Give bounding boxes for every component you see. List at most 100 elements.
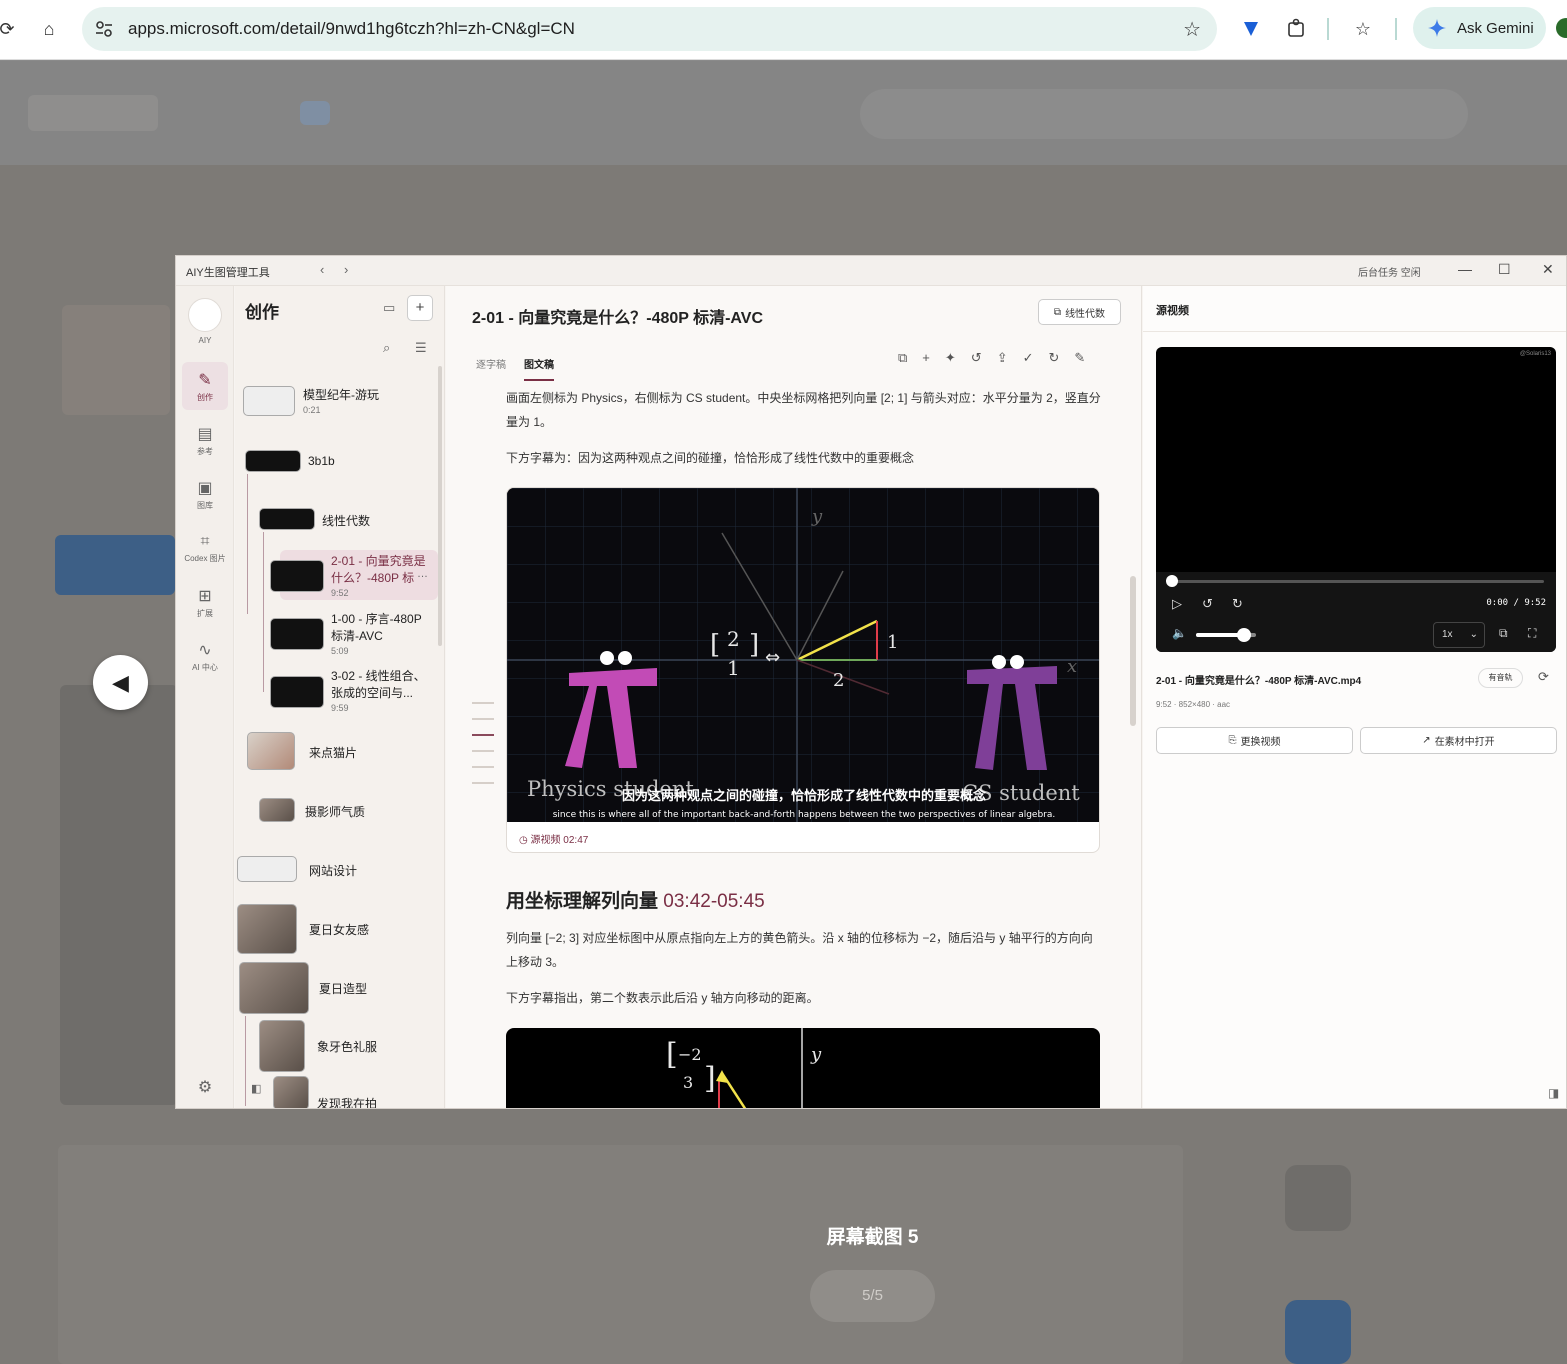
rewind-icon[interactable]: ↺ — [1202, 596, 1213, 612]
collapse-right-panel-icon[interactable]: ◨ — [1548, 1086, 1559, 1100]
microsoft-logo — [28, 95, 158, 131]
tab-illustrated[interactable]: 图文稿 — [524, 356, 554, 381]
rail-item-extensions[interactable]: ⊞ 扩展 — [182, 578, 228, 626]
app-titlebar: AIY生图管理工具 ‹ › 后台任务 空闲 — ☐ ✕ — [176, 256, 1566, 286]
outline-navigator[interactable] — [472, 702, 494, 798]
check-icon[interactable]: ✓ — [1023, 350, 1034, 366]
close-icon[interactable]: ✕ — [1542, 261, 1554, 278]
add-item-button[interactable]: + — [407, 295, 433, 321]
seek-bar[interactable] — [1166, 575, 1544, 587]
tree-connector — [263, 532, 264, 692]
tree-node[interactable]: 模型纪年-游玩 0:21 — [303, 386, 379, 415]
gallery-icon: ▣ — [197, 479, 213, 497]
replace-video-button[interactable]: ⎘ 更换视频 — [1156, 727, 1353, 754]
folder-node[interactable]: 象牙色礼服 — [317, 1038, 377, 1055]
nav-back-icon[interactable]: ‹ — [320, 262, 324, 277]
doc-tabs: 逐字稿 图文稿 — [476, 356, 554, 381]
refresh-icon[interactable]: ⟳ — [1538, 669, 1549, 685]
archive-icon[interactable]: ▭ — [383, 300, 395, 316]
tree-connector — [247, 474, 248, 614]
tree-node[interactable]: 3-02 - 线性组合、 张成的空间与... 9:59 — [331, 667, 426, 713]
nav-forward-icon[interactable]: › — [344, 262, 348, 277]
folder-node[interactable]: 摄影师气质 — [305, 803, 365, 820]
open-in-library-button[interactable]: ↗ 在素材中打开 — [1360, 727, 1557, 754]
url-text[interactable]: apps.microsoft.com/detail/9nwd1hg6tczh?h… — [128, 19, 575, 39]
node-label: 模型纪年-游玩 — [303, 388, 379, 402]
ask-gemini-button[interactable]: Ask Gemini — [1413, 7, 1546, 49]
folder-node[interactable]: 网站设计 — [309, 862, 357, 879]
browser-toolbar: ⟳ ⌂ apps.microsoft.com/detail/9nwd1hg6tc… — [0, 0, 1567, 60]
profile-avatar[interactable] — [1556, 18, 1567, 38]
maximize-icon[interactable]: ☐ — [1498, 261, 1511, 278]
tab-transcript[interactable]: 逐字稿 — [476, 356, 506, 381]
folder-thumbnail — [247, 732, 295, 770]
fullscreen-icon[interactable]: ⛶ — [1528, 626, 1536, 641]
minimize-icon[interactable]: — — [1458, 261, 1472, 277]
playback-speed-select[interactable]: 1x ⌄ — [1433, 622, 1485, 648]
thumbnail — [243, 386, 295, 416]
document-scrollbar[interactable] — [1130, 576, 1136, 726]
extension-gem-icon[interactable] — [1240, 17, 1262, 39]
site-settings-icon[interactable] — [94, 19, 114, 39]
folder-node-linear-algebra[interactable]: 线性代数 — [322, 512, 370, 529]
history-icon[interactable]: ↺ — [971, 350, 982, 366]
app-icon-ghost — [62, 305, 170, 415]
folder-node[interactable]: 来点猫片 — [309, 744, 357, 761]
copy-icon[interactable]: ⧉ — [898, 350, 907, 366]
folder-node[interactable]: 夏日女友感 — [309, 921, 369, 938]
app-window: AIY生图管理工具 ‹ › 后台任务 空闲 — ☐ ✕ AIY ✎ 创作 ▤ 参… — [175, 255, 1567, 1109]
tag-label: 线性代数 — [1065, 308, 1106, 320]
folder-tag-button[interactable]: ⧉ 线性代数 — [1038, 299, 1121, 325]
rail-item-ai-center[interactable]: ∿ AI 中心 — [182, 632, 228, 680]
play-icon[interactable]: ▷ — [1172, 596, 1182, 612]
rail-item-gallery[interactable]: ▣ 图库 — [182, 470, 228, 518]
folder-node-3b1b[interactable]: 3b1b — [308, 454, 335, 468]
video-thumbnail — [270, 560, 324, 592]
source-file-meta: 9:52 · 852×480 · aac — [1156, 700, 1231, 709]
rail-item-reference[interactable]: ▤ 参考 — [182, 416, 228, 464]
ai-sparkle-icon[interactable]: ✦ — [945, 350, 956, 366]
folder-node[interactable]: 发现我在拍 — [317, 1095, 378, 1109]
bookmark-star-icon[interactable]: ☆ — [1183, 17, 1201, 42]
settings-button[interactable]: ⚙ — [182, 1076, 228, 1100]
toolbar-separator — [1327, 18, 1329, 40]
picture-in-picture-icon[interactable]: ⧉ — [1499, 626, 1508, 641]
watermark: @Solaris13 — [1519, 351, 1551, 357]
restore-icon[interactable]: ↻ — [1049, 350, 1060, 366]
seek-knob[interactable] — [1166, 575, 1178, 587]
forward-icon[interactable]: ↻ — [1232, 596, 1243, 612]
tree-scrollbar[interactable] — [438, 366, 442, 646]
folder-node[interactable]: 夏日造型 — [319, 980, 367, 997]
node-label: 发现我在拍 — [317, 1097, 378, 1109]
add-icon[interactable]: + — [922, 350, 930, 366]
svg-text:y: y — [811, 506, 823, 527]
previous-screenshot-button[interactable]: ◀ — [93, 655, 148, 710]
extensions-puzzle-icon[interactable] — [1286, 17, 1308, 39]
scan-icon: ⌗ — [200, 532, 210, 550]
pencil-icon[interactable]: ✎ — [1074, 350, 1085, 366]
app-title[interactable]: AIY生图管理工具 — [186, 264, 270, 280]
volume-slider[interactable] — [1196, 628, 1256, 642]
audio-track-badge: 有音轨 — [1478, 668, 1523, 688]
app-logo — [188, 298, 222, 332]
rail-item-create[interactable]: ✎ 创作 — [182, 362, 228, 410]
video-frame-image[interactable]: [ ] −2 3 y — [506, 1028, 1100, 1108]
more-options-icon[interactable]: … — [417, 568, 428, 580]
address-bar[interactable]: apps.microsoft.com/detail/9nwd1hg6tczh?h… — [82, 7, 1217, 51]
bookmarks-star-list-icon[interactable]: ☆ — [1348, 14, 1378, 44]
section-timestamp[interactable]: 03:42-05:45 — [663, 891, 764, 912]
tree-node-active[interactable]: 2-01 - 向量究竟是 什么？-480P 标 9:52 — [331, 552, 426, 598]
collapse-panel-icon[interactable]: ◧ — [251, 1082, 261, 1095]
search-icon[interactable]: ⌕ — [383, 340, 390, 356]
video-player[interactable]: @Solaris13 ▷ ↺ ↻ 0:00 / 9:52 🔈 1x ⌄ ⧉ ⛶ — [1156, 347, 1556, 652]
rail-item-codex[interactable]: ⌗ Codex 图片 — [182, 524, 228, 572]
volume-knob[interactable] — [1237, 628, 1251, 642]
reload-icon[interactable]: ⟳ — [0, 14, 22, 44]
filter-icon[interactable]: ☰ — [415, 340, 427, 356]
home-icon[interactable]: ⌂ — [34, 14, 64, 44]
video-source-link[interactable]: ◷ 源视频 02:47 — [519, 831, 588, 846]
export-icon[interactable]: ⇪ — [997, 350, 1008, 366]
tree-node[interactable]: 1-00 - 序言-480P 标清-AVC 5:09 — [331, 610, 422, 656]
video-frame-image[interactable]: [ ] 2 1 ⇔ 1 2 y x Physics student CS stu… — [507, 488, 1099, 822]
volume-icon[interactable]: 🔈 — [1172, 626, 1187, 640]
